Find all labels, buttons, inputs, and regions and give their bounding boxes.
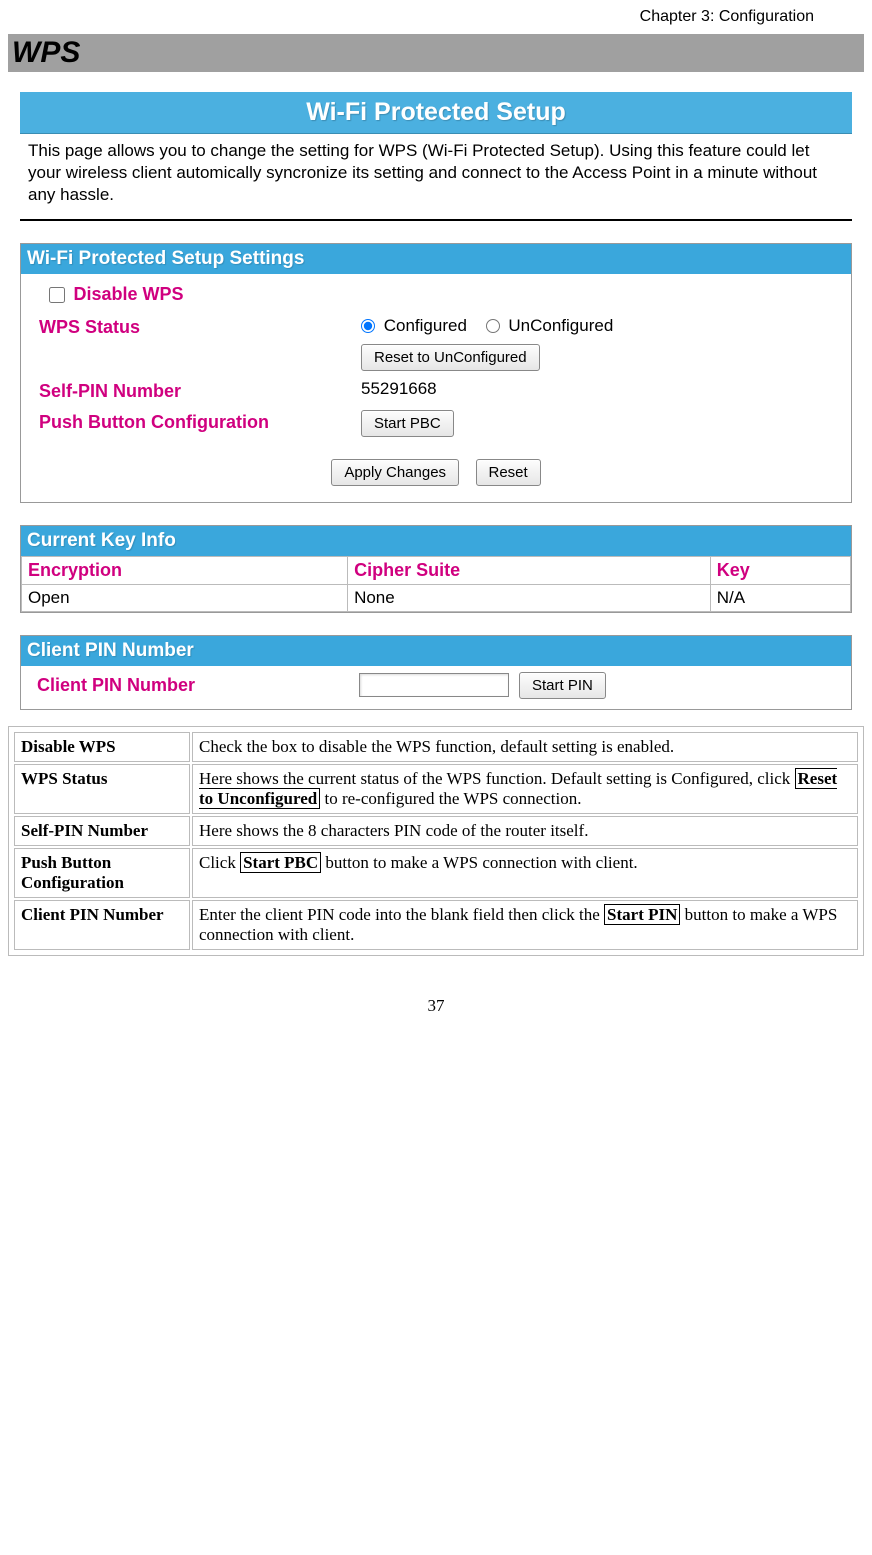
help-row: Disable WPS Check the box to disable the… [14, 732, 858, 762]
intro-text: This page allows you to change the setti… [20, 134, 852, 221]
apply-changes-button[interactable]: Apply Changes [331, 459, 459, 486]
clientpin-label: Client PIN Number [29, 675, 359, 696]
settings-panel: Wi-Fi Protected Setup Settings Disable W… [20, 243, 852, 503]
help-term: Client PIN Number [14, 900, 190, 950]
keyinfo-cell-encryption: Open [22, 584, 348, 611]
section-title: WPS [8, 34, 864, 72]
status-configured-radio[interactable] [361, 319, 375, 333]
boxed-text: Start PBC [240, 852, 321, 873]
keyinfo-cell-key: N/A [710, 584, 850, 611]
start-pin-button[interactable]: Start PIN [519, 672, 606, 699]
keyinfo-table: Encryption Cipher Suite Key Open None N/… [21, 556, 851, 612]
chapter-header: Chapter 3: Configuration [8, 0, 864, 30]
boxed-text: Start PIN [604, 904, 680, 925]
help-term: WPS Status [14, 764, 190, 814]
help-desc: Check the box to disable the WPS functio… [192, 732, 858, 762]
disable-wps-row: Disable WPS [31, 282, 841, 311]
help-table: Disable WPS Check the box to disable the… [12, 730, 860, 952]
start-pbc-button[interactable]: Start PBC [361, 410, 454, 437]
help-row: Client PIN Number Enter the client PIN c… [14, 900, 858, 950]
selfpin-value: 55291668 [361, 379, 841, 399]
status-unconfigured-label: UnConfigured [508, 316, 613, 335]
status-unconfigured-radio[interactable] [486, 319, 500, 333]
keyinfo-header-key: Key [710, 556, 850, 584]
page-number: 37 [8, 956, 864, 1032]
keyinfo-panel: Current Key Info Encryption Cipher Suite… [20, 525, 852, 613]
help-row: Push Button Configuration Click Start PB… [14, 848, 858, 898]
clientpin-panel: Client PIN Number Client PIN Number Star… [20, 635, 852, 710]
selfpin-label: Self-PIN Number [31, 379, 361, 402]
wps-status-label: WPS Status [31, 315, 361, 338]
disable-wps-checkbox[interactable] [49, 287, 65, 303]
help-term: Self-PIN Number [14, 816, 190, 846]
help-desc: Here shows the current status of the WPS… [192, 764, 858, 814]
reset-button[interactable]: Reset [476, 459, 541, 486]
keyinfo-cell-cipher: None [348, 584, 711, 611]
help-table-wrap: Disable WPS Check the box to disable the… [8, 726, 864, 956]
help-term: Disable WPS [14, 732, 190, 762]
keyinfo-header-cipher: Cipher Suite [348, 556, 711, 584]
banner-title: Wi-Fi Protected Setup [20, 92, 852, 134]
config-screenshot: Wi-Fi Protected Setup This page allows y… [20, 92, 852, 710]
pbc-label: Push Button Configuration [31, 410, 361, 433]
keyinfo-panel-header: Current Key Info [21, 526, 851, 556]
keyinfo-header-encryption: Encryption [22, 556, 348, 584]
reset-unconfigured-button[interactable]: Reset to UnConfigured [361, 344, 540, 371]
status-configured-label: Configured [384, 316, 467, 335]
clientpin-panel-header: Client PIN Number [21, 636, 851, 666]
help-desc: Enter the client PIN code into the blank… [192, 900, 858, 950]
settings-panel-header: Wi-Fi Protected Setup Settings [21, 244, 851, 274]
help-desc: Click Start PBC button to make a WPS con… [192, 848, 858, 898]
clientpin-input[interactable] [359, 673, 509, 697]
help-desc: Here shows the 8 characters PIN code of … [192, 816, 858, 846]
help-term: Push Button Configuration [14, 848, 190, 898]
help-row: Self-PIN Number Here shows the 8 charact… [14, 816, 858, 846]
disable-wps-label: Disable WPS [73, 284, 183, 304]
help-row: WPS Status Here shows the current status… [14, 764, 858, 814]
